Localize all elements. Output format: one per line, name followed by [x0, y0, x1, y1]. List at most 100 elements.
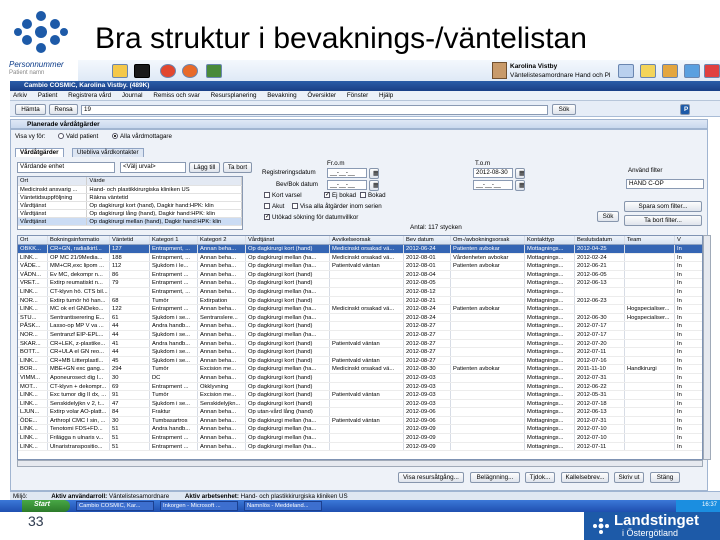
menu-resursplanering[interactable]: Resursplanering [211, 92, 257, 99]
ta-bort-filter-button[interactable]: Ta bort filter... [624, 215, 702, 226]
bev-tom-date[interactable]: __-__-__ [473, 180, 513, 190]
ej-bokad-check[interactable]: ✓ Ej bokad [324, 192, 356, 199]
start-button[interactable]: Start [22, 500, 70, 512]
calendar-icon[interactable]: ▦ [515, 180, 525, 191]
column-header[interactable]: V [675, 236, 702, 244]
table-row[interactable]: LINK... OP MC 21/9Media... 188 Entrapment, … [18, 253, 702, 263]
column-header[interactable]: Beslutsdatum [575, 236, 625, 244]
table-row[interactable]: VIMM... Aponeurosect dig I... 30 DC Annan be… [18, 373, 702, 383]
table-row[interactable]: BOR... MBE+GN exc gang... 294 Tumör Excision… [18, 365, 702, 374]
record-icon[interactable] [134, 64, 150, 78]
belaggning-button[interactable]: Belägnning... [470, 472, 520, 483]
column-header[interactable]: Bokningsinformatio [48, 236, 110, 244]
stang-button[interactable]: Stäng [650, 472, 680, 483]
table-row[interactable]: SKAR... CR+LEK, z-plastike... 41 Andra hand… [18, 339, 702, 349]
table-row[interactable]: LINK... MC ok erl GNDeko... 122 Entrapment … [18, 305, 702, 314]
table-row[interactable]: ÖDE... Arthropl CMC I sin, ... 30 Tumbasart… [18, 416, 702, 426]
help-icon[interactable] [684, 64, 700, 78]
column-header[interactable]: Kategori 2 [198, 236, 246, 244]
bokad-check[interactable]: Bokad [360, 192, 386, 199]
patient-search-input[interactable]: 19 [81, 105, 548, 115]
table-row[interactable]: STU... Sentrantiserering E... 61 Sjukdom i … [18, 313, 702, 323]
rensa-button[interactable]: Rensa [49, 104, 78, 115]
table-row[interactable]: BOTT... CR+ULA el GN reo... 44 Sjukdom i se… [18, 348, 702, 357]
table-row[interactable]: LINK... CR+MB Litterplastl... 45 Sjukdom i … [18, 356, 702, 366]
column-header[interactable]: Om-/avbokningsorsak [451, 236, 525, 244]
column-header[interactable]: Kategori 1 [150, 236, 198, 244]
menu-remiss[interactable]: Remiss och svar [153, 92, 200, 99]
visa-alla-check[interactable]: Visa alla åtgärder inom serien [292, 203, 382, 210]
calendar-icon[interactable]: ▦ [515, 168, 525, 179]
task-namnlos[interactable]: Namnlös - Meddeland... [244, 501, 322, 511]
visa-resursatgang-button[interactable]: Visa resursåtgång... [398, 472, 464, 483]
menu-fonster[interactable]: Fönster [347, 92, 368, 99]
close-icon[interactable] [704, 64, 720, 78]
menu-arkiv[interactable]: Arkiv [13, 92, 27, 99]
people-icon[interactable] [618, 64, 634, 78]
menu-journal[interactable]: Journal [122, 92, 143, 99]
vertical-scrollbar[interactable] [703, 235, 711, 460]
vald-patient-radio[interactable]: Vald patient [58, 133, 98, 140]
table-row[interactable]: LINK... CT-klyvn hö. CTS bil... Entrapment… [18, 287, 702, 297]
menu-hjalp[interactable]: Hjälp [379, 92, 393, 99]
table-row[interactable]: NOR... Sentranzf EIP-EPL... 44 Sjukdom i se… [18, 330, 702, 340]
skriv-ut-button[interactable]: Skriv ut [614, 472, 644, 483]
table-row[interactable]: VÄDN... Ev MC, dekompr n... 86 Entrapment .… [18, 270, 702, 280]
table-row[interactable]: LINK... Exc tumor dig II dx, ... 91 Tumör Ex… [18, 391, 702, 400]
column-header[interactable]: Vårdtjänst [246, 236, 330, 244]
enhet-select[interactable]: Vårdande enhet [17, 162, 115, 173]
p-toggle[interactable]: P [680, 104, 690, 115]
filter-row[interactable]: Vårdtjänst Op dagkirurgi kort (hand), Dag… [18, 202, 242, 210]
menu-bevakning[interactable]: Bevakning [267, 92, 296, 99]
tjdok-button[interactable]: Tjdok... [525, 472, 555, 483]
table-row[interactable]: LJUN... Extirp volar AO-platt... 84 Fraktur… [18, 408, 702, 417]
filter-row[interactable]: Vårdtjänst Op dagkirurgi mellan (hand), D… [18, 218, 242, 226]
column-header[interactable]: Väntetid [110, 236, 150, 244]
utokad-sokning-check[interactable]: ✓ Utökad sökning för datumvillkor [264, 214, 358, 221]
filter-select[interactable]: HAND C-OP [626, 179, 704, 189]
task-inkorgen[interactable]: Inkorgen - Microsoft ... [160, 501, 238, 511]
column-header[interactable]: Team [625, 236, 675, 244]
urval-select[interactable]: <Välj urval> [120, 162, 186, 173]
books-icon[interactable] [206, 64, 222, 78]
sok-button[interactable]: Sök [597, 211, 619, 222]
alla-vardmottagare-radio[interactable]: Alla vårdmottagare [112, 133, 172, 140]
hamta-button[interactable]: Hämta [15, 104, 46, 115]
table-row[interactable]: LINK... Ulnaristranspositio... 51 Entrapmen… [18, 442, 702, 452]
table-row[interactable]: PÅSK... Lasso-op MP V va ... 44 Andra handb… [18, 322, 702, 331]
tab-vardatgarder[interactable]: Vårdåtgärder [15, 148, 64, 157]
filter-row[interactable]: Medicinskt ansvarig ... Hand- och plastik… [18, 186, 242, 194]
key-icon[interactable] [640, 64, 656, 78]
reg-tom-date[interactable]: 2012-08-30 [473, 168, 513, 178]
column-header[interactable]: Kontakttyp [525, 236, 575, 244]
lagg-till-button[interactable]: Lägg till [189, 162, 220, 173]
table-row[interactable]: VÄDE... MM+CR,exc lipom ... 112 Sjukdom i l… [18, 262, 702, 271]
filter-row[interactable]: Väntetidsuppföljning Räkna väntetid [18, 194, 242, 202]
column-header[interactable]: Avvikelseorsak [330, 236, 404, 244]
horizontal-scrollbar[interactable] [17, 460, 703, 467]
table-row[interactable]: VRET... Extirp reumatiskt n... 79 Entrapmen… [18, 279, 702, 288]
ta-bort-button[interactable]: Ta bort [223, 162, 252, 173]
filter-row[interactable]: Vårdtjänst Op dagkirurgi lång (hand), Dag… [18, 210, 242, 218]
table-row[interactable]: LINK... Frilägga n ulnaris v... 51 Entrapme… [18, 434, 702, 443]
menu-oversikter[interactable]: Översikter [307, 92, 336, 99]
calendar-icon[interactable]: ▦ [369, 180, 379, 191]
task-cosmic[interactable]: Cambio COSMIC, Kar... [76, 501, 154, 511]
calendar-icon[interactable]: ▦ [369, 168, 379, 179]
kort-varsel-check[interactable]: Kort varsel [264, 192, 302, 199]
patient-card-icon[interactable] [112, 64, 128, 78]
table-row[interactable]: LINK... Senskidelyjkn v 2, t... 47 Sjukdom … [18, 399, 702, 409]
kallelsebrev-button[interactable]: Kallelsebrev... [561, 472, 609, 483]
tab-utebliva-vardkontakter[interactable]: Utebliva vårdkontakter [72, 148, 144, 157]
plan-icon[interactable] [182, 64, 198, 78]
table-row[interactable]: NOR... Extirp tumör hö han... 68 Tumör Extir… [18, 296, 702, 306]
nav-sok-button[interactable]: Sök [552, 104, 576, 115]
table-row[interactable]: OBKK... CR+GN, radialkirtl... 127 Entrapmen… [18, 245, 702, 254]
table-row[interactable]: LINK... Tenotomi FDS+FD... 51 Andra handb..… [18, 425, 702, 435]
menu-patient[interactable]: Patient [38, 92, 58, 99]
menu-registrera-vard[interactable]: Registrera vård [68, 92, 111, 99]
table-row[interactable]: MOT... CT-klyvn + dekompr... 69 Entrapment … [18, 382, 702, 392]
settings-icon[interactable] [662, 64, 678, 78]
column-header[interactable]: Bev datum [404, 236, 451, 244]
remiss-icon[interactable] [160, 64, 176, 78]
